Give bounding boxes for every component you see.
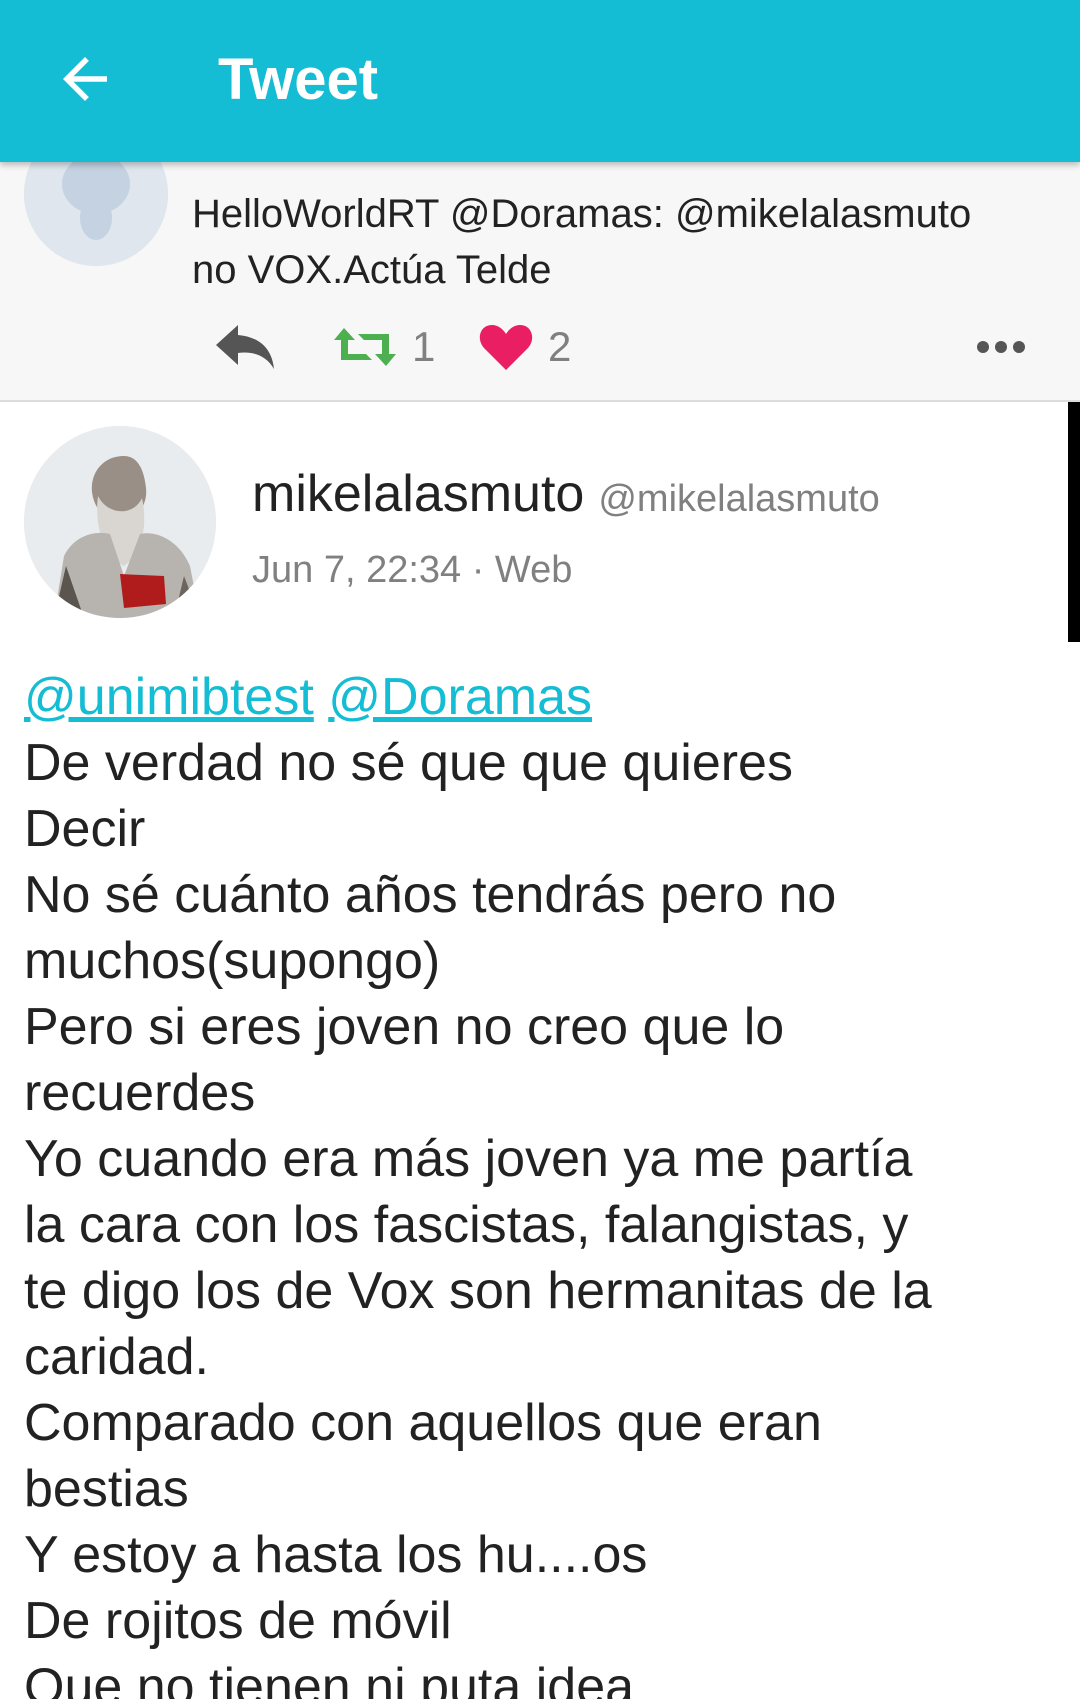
tweet-line: muchos(supongo) [24,932,441,990]
previous-tweet-line: HelloWorldRT @Doramas: @mikelalasmuto [192,192,972,236]
retweet-icon [334,328,396,366]
tweet-body: @unimibtest @Doramas De verdad no sé que… [24,664,1054,1699]
default-avatar-icon [24,162,168,266]
previous-tweet-line: no VOX.Actúa Telde [192,248,552,292]
user-handle[interactable]: @mikelalasmuto [598,478,879,520]
previous-tweet[interactable]: HelloWorldRT @Doramas: @mikelalasmuto no… [0,162,1080,402]
mentions-line: @unimibtest @Doramas [24,664,1054,730]
page-title: Tweet [218,47,379,112]
like-count: 2 [548,323,572,370]
reply-button[interactable] [212,312,278,382]
tweet-line: Pero si eres joven no creo que lo [24,998,785,1056]
tweet-line: caridad. [24,1328,209,1386]
tweet-line: No sé cuánto años tendrás pero no [24,866,837,924]
more-button[interactable] [976,312,1026,382]
scrollbar[interactable] [1068,402,1080,642]
tweet-line: Decir [24,800,146,858]
reply-icon [216,325,274,369]
mention-link[interactable]: @Doramas [328,668,592,726]
tweet-line: Comparado con aquellos que eran [24,1394,822,1452]
tweet-line: Y estoy a hasta los hu....os [24,1526,648,1584]
back-button[interactable] [52,46,118,112]
tweet-line: Que no tienen ni puta idea [24,1658,635,1699]
retweet-button[interactable]: 1 [332,312,435,382]
tweet-line: la cara con los fascistas, falangistas, … [24,1196,909,1254]
display-name[interactable]: mikelalasmuto [252,465,584,523]
avatar[interactable] [24,426,216,618]
retweet-count: 1 [412,323,436,370]
tweet-actions: 1 2 [0,312,1080,382]
tweet-line: bestias [24,1460,189,1518]
more-icon [977,341,1025,353]
user-avatar-image [24,426,216,618]
tweet-line: De rojitos de móvil [24,1592,452,1650]
avatar[interactable] [24,162,168,266]
heart-icon [479,325,533,370]
tweet-line: te digo los de Vox son hermanitas de la [24,1262,932,1320]
app-bar: Tweet [0,0,1080,162]
tweet-timestamp: Jun 7, 22:34 · Web [252,549,573,591]
previous-tweet-text: HelloWorldRT @Doramas: @mikelalasmuto no… [192,186,1062,298]
arrow-back-icon [63,57,107,101]
tweet-line: Yo cuando era más joven ya me partía [24,1130,913,1188]
tweet-line: De verdad no sé que que quieres [24,734,793,792]
user-name[interactable]: mikelalasmuto @mikelalasmuto [252,462,880,531]
mention-link[interactable]: @unimibtest [24,668,314,726]
like-button[interactable]: 2 [478,312,571,382]
tweet-line: recuerdes [24,1064,256,1122]
